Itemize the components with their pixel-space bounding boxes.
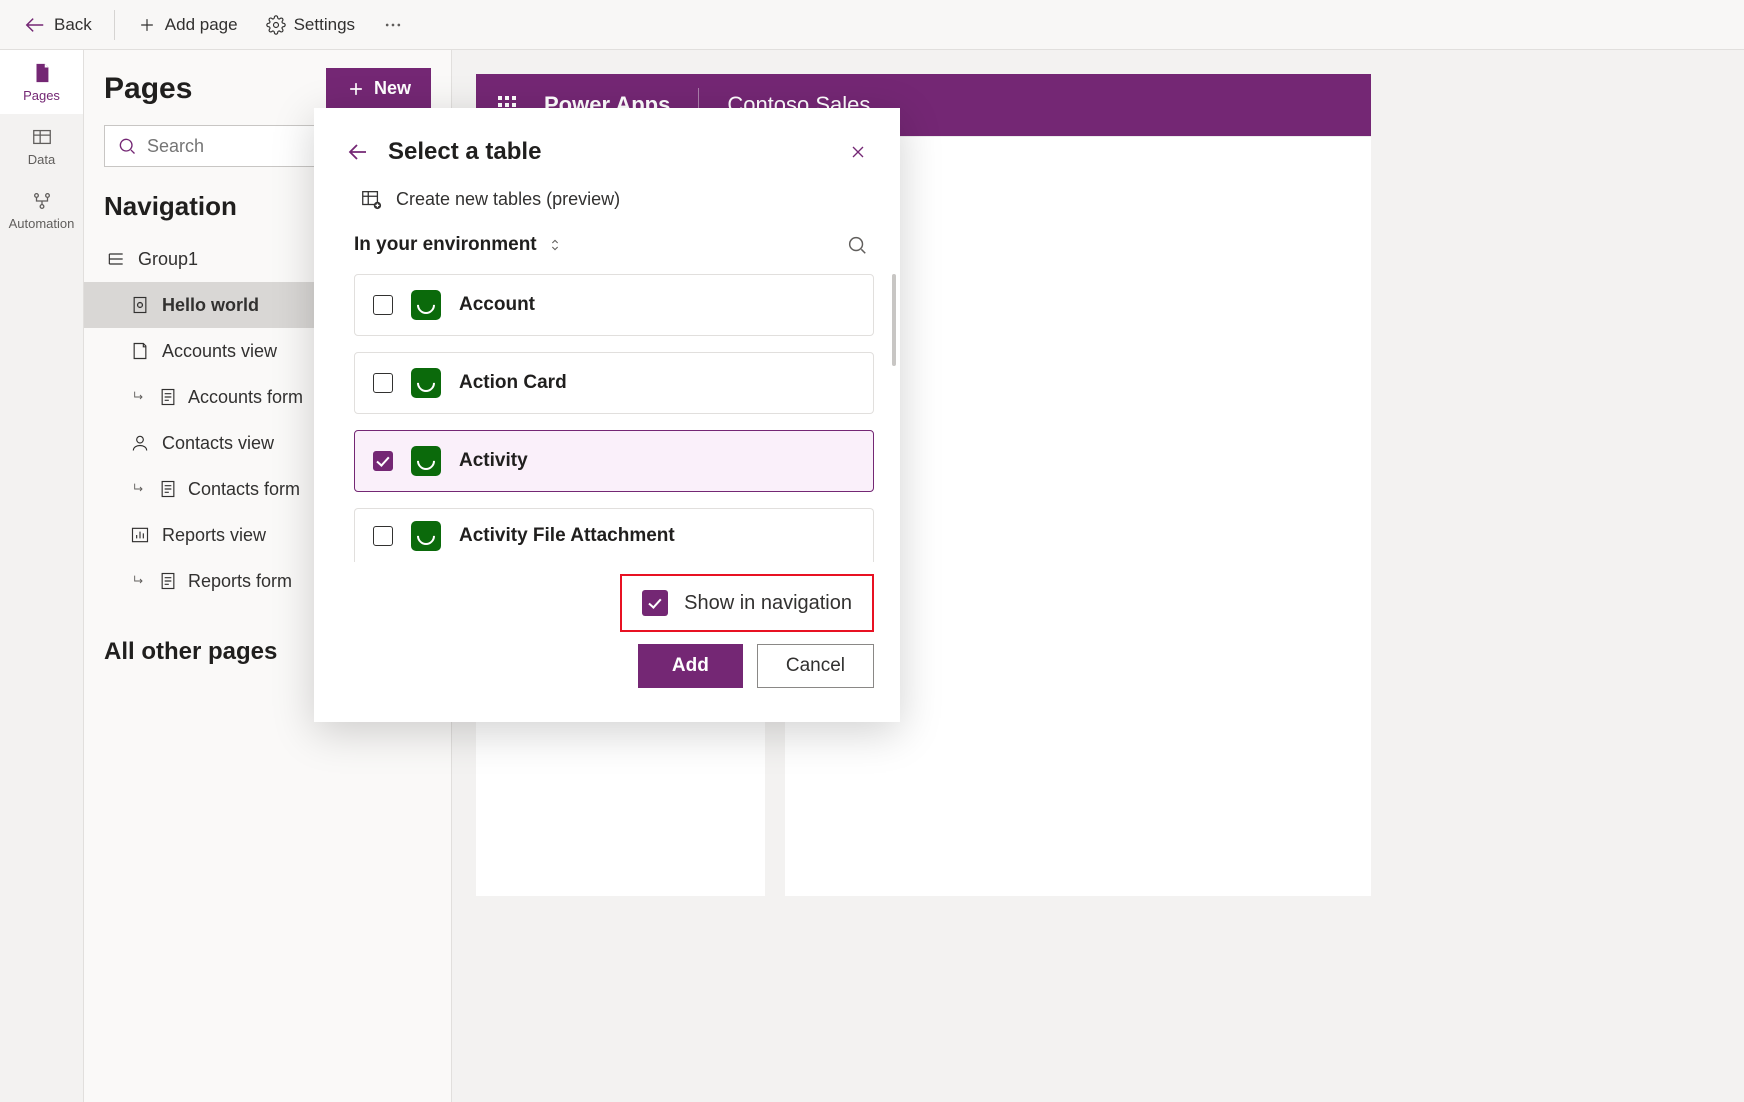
back-label: Back [54, 15, 92, 35]
flow-icon [31, 190, 53, 212]
checkbox[interactable] [373, 373, 393, 393]
plus-icon [137, 15, 157, 35]
left-rail: Pages Data Automation [0, 50, 84, 1102]
table-action-card[interactable]: Action Card [354, 352, 874, 414]
top-toolbar: Back Add page Settings [0, 0, 1744, 50]
table-label: Activity [459, 450, 528, 472]
nav-reports-view-label: Reports view [162, 525, 266, 546]
show-nav-checkbox[interactable] [642, 590, 668, 616]
table-label: Account [459, 294, 535, 316]
env-label: In your environment [354, 234, 537, 256]
dataverse-icon [411, 368, 441, 398]
group-icon [106, 249, 126, 269]
checkbox-checked[interactable] [373, 451, 393, 471]
create-new-label: Create new tables (preview) [396, 189, 620, 210]
close-icon[interactable] [848, 142, 868, 162]
dataverse-icon [411, 446, 441, 476]
rail-data-label: Data [28, 152, 55, 167]
new-label: New [374, 78, 411, 99]
settings-button[interactable]: Settings [256, 9, 365, 41]
create-new-tables[interactable]: Create new tables (preview) [314, 188, 900, 234]
more-button[interactable] [373, 9, 413, 41]
table-icon [31, 126, 53, 148]
back-button[interactable]: Back [14, 8, 102, 42]
table-account[interactable]: Account [354, 274, 874, 336]
new-button[interactable]: New [326, 68, 431, 109]
table-label: Action Card [459, 372, 567, 394]
plus-icon [346, 79, 366, 99]
table-list: Account Action Card Activity Activity Fi… [314, 274, 900, 562]
nav-reports-form-label: Reports form [188, 571, 292, 592]
arrow-left-icon [24, 14, 46, 36]
nav-group-label: Group1 [138, 249, 198, 270]
panel-title: Pages [104, 72, 316, 106]
gear-icon [266, 15, 286, 35]
more-icon [383, 15, 403, 35]
dataverse-icon [411, 521, 441, 551]
person-icon [130, 433, 150, 453]
table-plus-icon [360, 188, 382, 210]
sublink-icon [132, 389, 148, 405]
settings-label: Settings [294, 15, 355, 35]
nav-accounts-view-label: Accounts view [162, 341, 277, 362]
nav-hello-label: Hello world [162, 295, 259, 316]
show-in-navigation-highlight: Show in navigation [620, 574, 874, 632]
rail-pages[interactable]: Pages [0, 50, 83, 114]
form-icon [158, 479, 178, 499]
view-icon [130, 341, 150, 361]
select-table-dialog: Select a table Create new tables (previe… [314, 108, 900, 722]
sublink-icon [132, 573, 148, 589]
table-activity-file-attachment[interactable]: Activity File Attachment [354, 508, 874, 562]
form-icon [158, 571, 178, 591]
custom-page-icon [130, 295, 150, 315]
search-icon[interactable] [846, 234, 868, 256]
form-icon [158, 387, 178, 407]
table-label: Activity File Attachment [459, 525, 675, 547]
add-button[interactable]: Add [638, 644, 743, 688]
nav-contacts-view-label: Contacts view [162, 433, 274, 454]
sort-icon[interactable] [547, 237, 563, 253]
rail-data[interactable]: Data [0, 114, 83, 178]
chart-icon [130, 525, 150, 545]
dataverse-icon [411, 290, 441, 320]
rail-pages-label: Pages [23, 88, 60, 103]
add-page-button[interactable]: Add page [127, 9, 248, 41]
rail-auto-label: Automation [9, 216, 75, 231]
sublink-icon [132, 481, 148, 497]
scrollbar-thumb[interactable] [892, 274, 896, 366]
add-page-label: Add page [165, 15, 238, 35]
dialog-back-icon[interactable] [346, 140, 370, 164]
toolbar-divider [114, 10, 115, 40]
table-activity[interactable]: Activity [354, 430, 874, 492]
show-nav-label: Show in navigation [684, 592, 852, 615]
pages-icon [31, 62, 53, 84]
checkbox[interactable] [373, 295, 393, 315]
nav-accounts-form-label: Accounts form [188, 387, 303, 408]
search-icon [117, 136, 137, 156]
cancel-button[interactable]: Cancel [757, 644, 874, 688]
rail-automation[interactable]: Automation [0, 178, 83, 242]
dialog-title: Select a table [388, 138, 830, 166]
checkbox[interactable] [373, 526, 393, 546]
nav-contacts-form-label: Contacts form [188, 479, 300, 500]
